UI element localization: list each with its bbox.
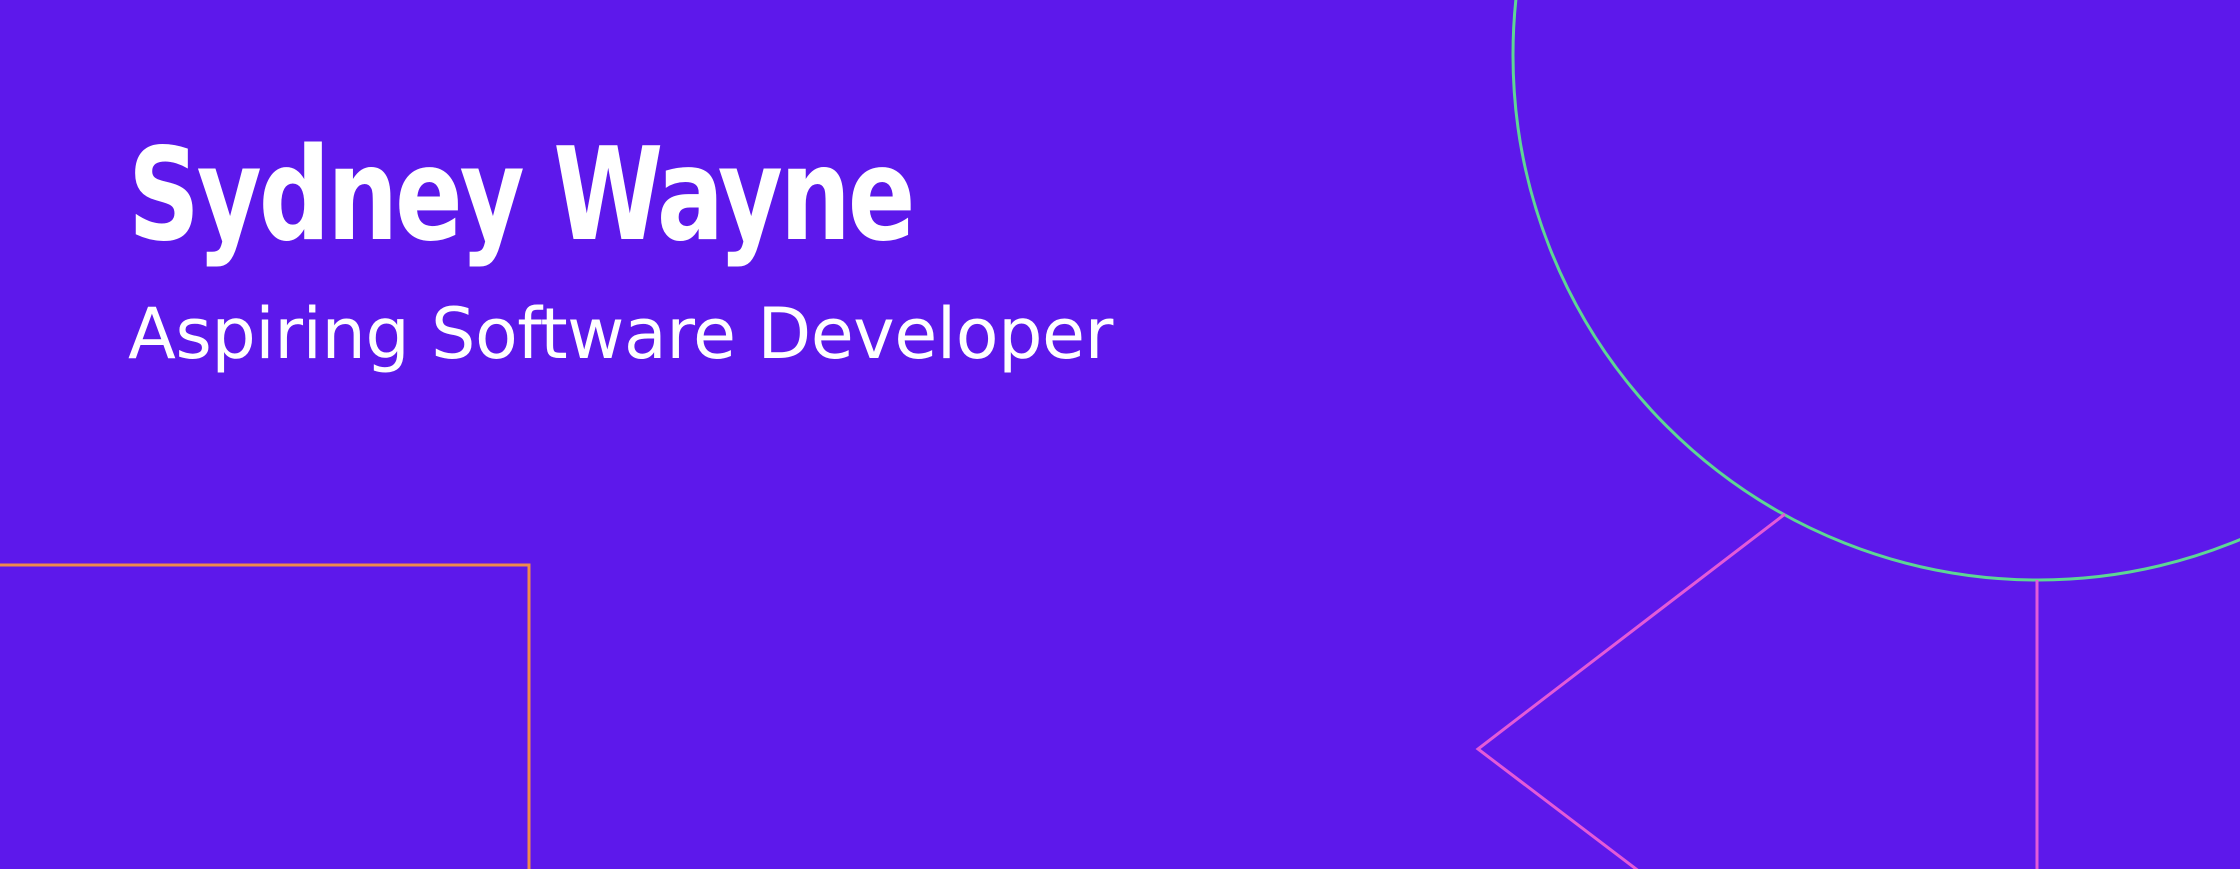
profile-banner: Sydney Wayne Aspiring Software Developer (0, 0, 2240, 869)
pink-chevron-outline (1475, 512, 1786, 869)
green-circle-outline (1511, 0, 2240, 582)
profile-tagline: Aspiring Software Developer (128, 293, 1113, 375)
profile-name: Sydney Wayne (128, 121, 916, 270)
orange-rectangle-outline (0, 563, 531, 869)
